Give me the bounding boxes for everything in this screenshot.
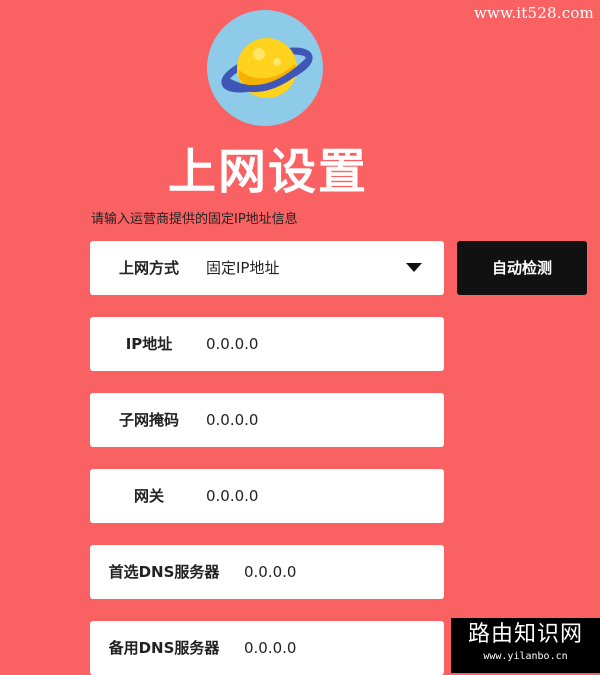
connection-type-value: 固定IP地址 [206, 259, 280, 277]
subnet-mask-input[interactable]: 0.0.0.0 [206, 393, 258, 447]
secondary-dns-label: 备用DNS服务器 [108, 639, 220, 657]
watermark-bottom: 路由知识网 www.yilanbo.cn [451, 618, 600, 673]
primary-dns-label: 首选DNS服务器 [108, 563, 220, 581]
instruction-text: 请输入运营商提供的固定IP地址信息 [91, 212, 298, 227]
subnet-mask-field[interactable]: 子网掩码 0.0.0.0 [90, 393, 444, 447]
page-title: 上网设置 [167, 144, 368, 200]
connection-type-label: 上网方式 [118, 259, 179, 277]
watermark-url: www.yilanbo.cn [483, 651, 568, 662]
secondary-dns-input[interactable]: 0.0.0.0 [244, 621, 296, 675]
watermark-title: 路由知识网 [467, 622, 583, 647]
ip-address-field[interactable]: IP地址 0.0.0.0 [90, 317, 444, 371]
watermark-top: www.it528.com [474, 4, 594, 22]
auto-detect-button[interactable]: 自动检测 [457, 241, 587, 295]
ip-address-label: IP地址 [125, 335, 173, 353]
connection-type-select[interactable]: 上网方式 固定IP地址 [90, 241, 444, 295]
subnet-mask-label: 子网掩码 [118, 411, 179, 429]
primary-dns-field[interactable]: 首选DNS服务器 0.0.0.0 [90, 545, 444, 599]
secondary-dns-field[interactable]: 备用DNS服务器 0.0.0.0 [90, 621, 444, 675]
gateway-field[interactable]: 网关 0.0.0.0 [90, 469, 444, 523]
gateway-input[interactable]: 0.0.0.0 [206, 469, 258, 523]
ip-address-input[interactable]: 0.0.0.0 [206, 317, 258, 371]
primary-dns-input[interactable]: 0.0.0.0 [244, 545, 296, 599]
caret-down-icon[interactable] [406, 263, 422, 272]
gateway-label: 网关 [133, 487, 164, 505]
planet-icon [207, 10, 323, 126]
